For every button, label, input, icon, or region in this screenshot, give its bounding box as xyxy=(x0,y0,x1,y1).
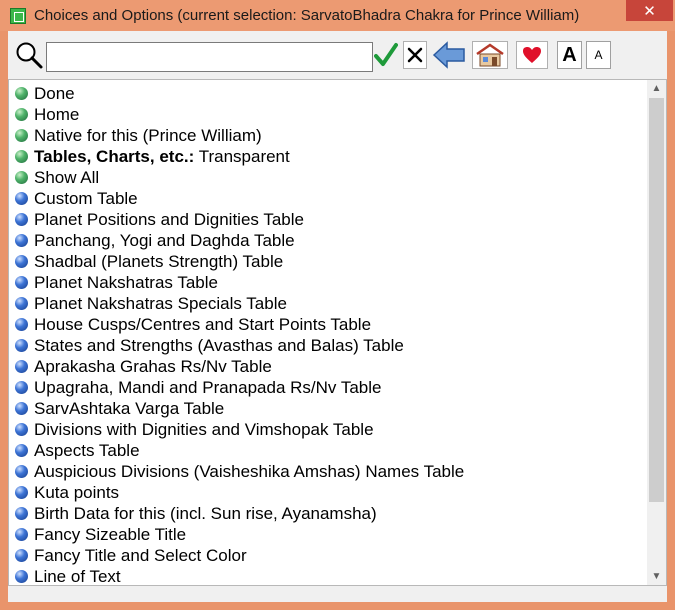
status-bar xyxy=(8,586,667,602)
list-item[interactable]: House Cusps/Centres and Start Points Tab… xyxy=(9,314,647,335)
back-arrow-icon xyxy=(432,41,465,69)
title-bar: Choices and Options (current selection: … xyxy=(0,0,675,31)
close-button[interactable]: ✕ xyxy=(626,0,673,21)
blue-bullet-icon xyxy=(15,192,28,205)
list-item-label: SarvAshtaka Varga Table xyxy=(34,399,225,418)
cancel-button[interactable] xyxy=(403,41,427,69)
list-item-label: Fancy Sizeable Title xyxy=(34,525,187,544)
list-item-label: Custom Table xyxy=(34,189,138,208)
list-item-label: Native for this (Prince William) xyxy=(34,126,262,145)
blue-bullet-icon xyxy=(15,297,28,310)
list-item-label: Done xyxy=(34,84,75,103)
list-item-label: Planet Positions and Dignities Table xyxy=(34,210,304,229)
scroll-down-icon[interactable]: ▼ xyxy=(647,568,666,585)
x-icon xyxy=(407,47,423,63)
list-item-label: States and Strengths (Avasthas and Balas… xyxy=(34,336,404,355)
list-item[interactable]: Line of Text xyxy=(9,566,647,586)
list-item[interactable]: Aspects Table xyxy=(9,440,647,461)
blue-bullet-icon xyxy=(15,213,28,226)
blue-bullet-icon xyxy=(15,507,28,520)
list-item-label: Aspects Table xyxy=(34,441,140,460)
list-item[interactable]: Tables, Charts, etc.: Transparent xyxy=(9,146,647,167)
search-input[interactable] xyxy=(46,42,373,72)
list-item[interactable]: States and Strengths (Avasthas and Balas… xyxy=(9,335,647,356)
list-item[interactable]: Panchang, Yogi and Daghda Table xyxy=(9,230,647,251)
magnifier-icon xyxy=(14,40,44,70)
list-item-label: Auspicious Divisions (Vaisheshika Amshas… xyxy=(34,462,465,481)
green-bullet-icon xyxy=(15,129,28,142)
blue-bullet-icon xyxy=(15,423,28,436)
list-item[interactable]: Auspicious Divisions (Vaisheshika Amshas… xyxy=(9,461,647,482)
blue-bullet-icon xyxy=(15,465,28,478)
blue-bullet-icon xyxy=(15,255,28,268)
blue-bullet-icon xyxy=(15,339,28,352)
toolbar: A A xyxy=(8,31,667,79)
home-button[interactable] xyxy=(472,41,508,69)
list-item-label: Planet Nakshatras Table xyxy=(34,273,218,292)
blue-bullet-icon xyxy=(15,318,28,331)
green-bullet-icon xyxy=(15,87,28,100)
list-item[interactable]: Planet Nakshatras Table xyxy=(9,272,647,293)
list-item-label: Show All xyxy=(34,168,100,187)
ok-button[interactable] xyxy=(374,41,398,69)
blue-bullet-icon xyxy=(15,360,28,373)
options-list: Done Home Native for this (Prince William)… xyxy=(9,83,647,586)
list-item-label: Upagraha, Mandi and Pranapada Rs/Nv Tabl… xyxy=(34,378,382,397)
list-item[interactable]: Fancy Title and Select Color xyxy=(9,545,647,566)
options-list-panel: Done Home Native for this (Prince William)… xyxy=(8,79,667,586)
list-item[interactable]: Planet Positions and Dignities Table xyxy=(9,209,647,230)
blue-bullet-icon xyxy=(15,528,28,541)
list-item-label: Shadbal (Planets Strength) Table xyxy=(34,252,284,271)
back-button[interactable] xyxy=(432,41,466,69)
list-item[interactable]: Aprakasha Grahas Rs/Nv Table xyxy=(9,356,647,377)
list-item-label: Aprakasha Grahas Rs/Nv Table xyxy=(34,357,272,376)
blue-bullet-icon xyxy=(15,276,28,289)
blue-bullet-icon xyxy=(15,570,28,583)
scroll-up-icon[interactable]: ▲ xyxy=(647,80,666,97)
checkmark-icon xyxy=(374,43,398,66)
house-icon xyxy=(476,43,504,67)
green-bullet-icon xyxy=(15,171,28,184)
list-item[interactable]: Birth Data for this (incl. Sun rise, Aya… xyxy=(9,503,647,524)
list-item-label: Kuta points xyxy=(34,483,120,502)
list-item-label: House Cusps/Centres and Start Points Tab… xyxy=(34,315,372,334)
list-item[interactable]: Upagraha, Mandi and Pranapada Rs/Nv Tabl… xyxy=(9,377,647,398)
list-item[interactable]: Divisions with Dignities and Vimshopak T… xyxy=(9,419,647,440)
app-icon xyxy=(10,8,26,24)
blue-bullet-icon xyxy=(15,234,28,247)
list-item-label: Birth Data for this (incl. Sun rise, Aya… xyxy=(34,504,377,523)
blue-bullet-icon xyxy=(15,402,28,415)
green-bullet-icon xyxy=(15,108,28,121)
list-item[interactable]: Home xyxy=(9,104,647,125)
list-item-label: Planet Nakshatras Specials Table xyxy=(34,294,287,313)
list-item-label: Home xyxy=(34,105,80,124)
heart-icon xyxy=(523,47,541,63)
list-item[interactable]: Native for this (Prince William) xyxy=(9,125,647,146)
font-larger-button[interactable]: A xyxy=(557,41,582,69)
blue-bullet-icon xyxy=(15,549,28,562)
list-item-label: Fancy Title and Select Color xyxy=(34,546,247,565)
list-item[interactable]: Fancy Sizeable Title xyxy=(9,524,647,545)
list-item-bold-label: Tables, Charts, etc.: xyxy=(34,147,195,166)
favorite-button[interactable] xyxy=(516,41,548,69)
blue-bullet-icon xyxy=(15,444,28,457)
list-item[interactable]: Custom Table xyxy=(9,188,647,209)
list-item[interactable]: Planet Nakshatras Specials Table xyxy=(9,293,647,314)
font-smaller-button[interactable]: A xyxy=(586,41,611,69)
window-title: Choices and Options (current selection: … xyxy=(34,7,580,24)
blue-bullet-icon xyxy=(15,486,28,499)
vertical-scrollbar[interactable]: ▲ ▼ xyxy=(647,80,666,585)
list-item[interactable]: Kuta points xyxy=(9,482,647,503)
list-item-label: Line of Text xyxy=(34,567,121,586)
list-item-label: Panchang, Yogi and Daghda Table xyxy=(34,231,295,250)
list-item[interactable]: Done xyxy=(9,83,647,104)
list-item-label: Divisions with Dignities and Vimshopak T… xyxy=(34,420,374,439)
green-bullet-icon xyxy=(15,150,28,163)
scroll-thumb[interactable] xyxy=(649,98,664,502)
list-item[interactable]: Show All xyxy=(9,167,647,188)
list-item[interactable]: SarvAshtaka Varga Table xyxy=(9,398,647,419)
list-item[interactable]: Shadbal (Planets Strength) Table xyxy=(9,251,647,272)
blue-bullet-icon xyxy=(15,381,28,394)
list-item-label: Transparent xyxy=(194,147,290,166)
